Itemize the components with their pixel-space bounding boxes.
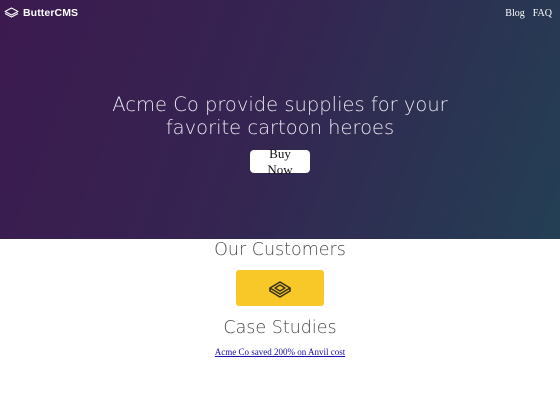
- customer-logo-icon: [269, 281, 291, 298]
- customer-logo-card[interactable]: [236, 270, 324, 306]
- case-study-list: Acme Co saved 200% on Anvil cost: [0, 347, 560, 357]
- case-studies-heading: Case Studies: [223, 318, 337, 338]
- hero-section: ButterCMS Blog FAQ Acme Co provide suppl…: [0, 0, 560, 239]
- buy-now-button[interactable]: Buy Now: [250, 146, 310, 177]
- main-nav: Blog FAQ: [505, 8, 552, 19]
- nav-link-blog[interactable]: Blog: [505, 8, 524, 19]
- brand-name: ButterCMS: [23, 7, 79, 19]
- brand[interactable]: ButterCMS: [4, 7, 78, 19]
- nav-link-faq[interactable]: FAQ: [533, 8, 552, 19]
- case-study-link[interactable]: Acme Co saved 200% on Anvil cost: [215, 347, 345, 357]
- buttercms-logo-icon: [4, 7, 19, 18]
- top-navbar: ButterCMS Blog FAQ: [0, 0, 560, 26]
- customers-heading: Our Customers: [214, 240, 346, 260]
- hero-headline: Acme Co provide supplies for your favori…: [112, 93, 448, 139]
